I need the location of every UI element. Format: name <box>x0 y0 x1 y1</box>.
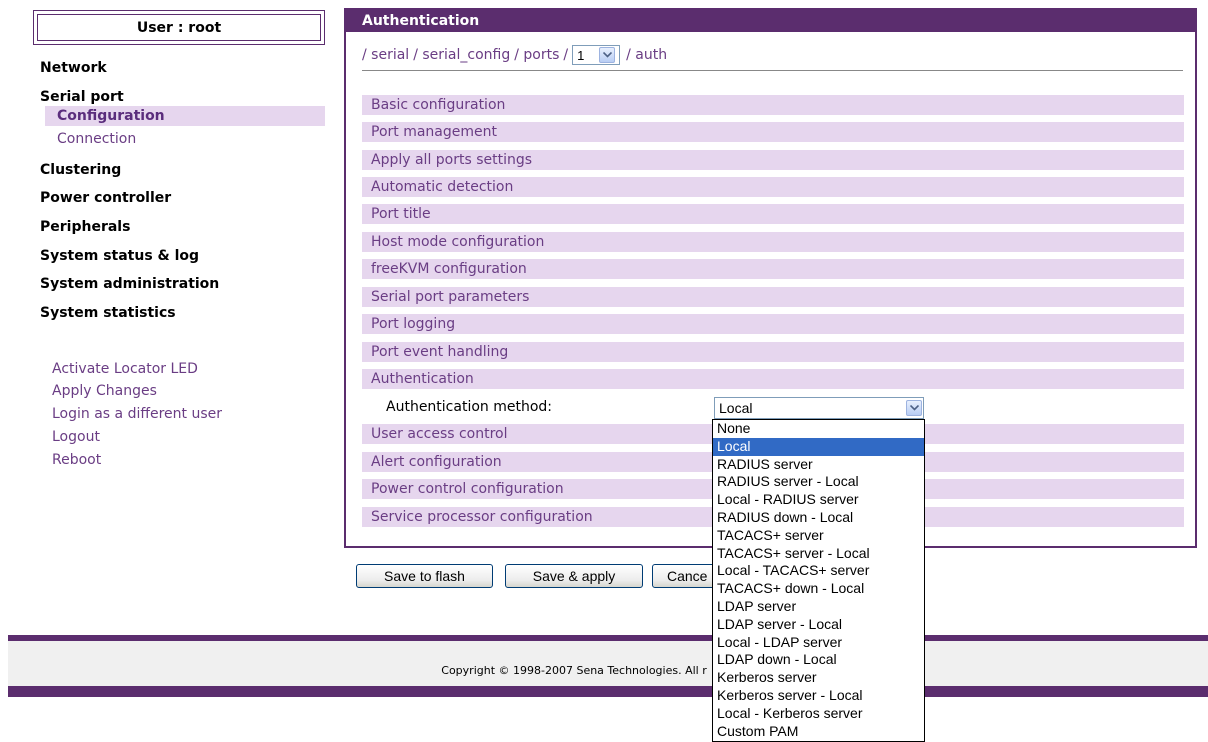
section-authentication[interactable]: Authentication <box>362 369 1184 389</box>
section-apply-all-ports[interactable]: Apply all ports settings <box>362 150 1184 170</box>
dropdown-option[interactable]: Kerberos server <box>713 669 924 687</box>
dropdown-option[interactable]: RADIUS server - Local <box>713 473 924 491</box>
auth-method-select[interactable]: Local <box>714 397 924 419</box>
dropdown-option[interactable]: RADIUS server <box>713 456 924 474</box>
nav-system-status-log[interactable]: System status & log <box>40 248 199 264</box>
breadcrumb: / serial / serial_config / ports / 1 / a… <box>362 45 671 65</box>
dropdown-option[interactable]: Local - RADIUS server <box>713 491 924 509</box>
dropdown-option[interactable]: TACACS+ server <box>713 527 924 545</box>
breadcrumb-divider <box>362 70 1183 71</box>
dropdown-option[interactable]: Local - TACACS+ server <box>713 562 924 580</box>
link-apply-changes[interactable]: Apply Changes <box>52 383 157 399</box>
section-serial-port-parameters[interactable]: Serial port parameters <box>362 287 1184 307</box>
breadcrumb-separator: / <box>563 47 569 63</box>
save-apply-button[interactable]: Save & apply <box>505 564 643 588</box>
section-freekvm[interactable]: freeKVM configuration <box>362 259 1184 279</box>
copyright-text: Copyright © 1998-2007 Sena Technologies.… <box>441 664 707 677</box>
chevron-down-icon[interactable] <box>906 400 922 416</box>
link-reboot[interactable]: Reboot <box>52 452 101 468</box>
auth-method-dropdown-list[interactable]: None Local RADIUS server RADIUS server -… <box>712 419 925 742</box>
dropdown-option[interactable]: LDAP server <box>713 598 924 616</box>
section-port-title[interactable]: Port title <box>362 204 1184 224</box>
dropdown-option-selected[interactable]: Local <box>713 437 924 456</box>
link-activate-locator-led[interactable]: Activate Locator LED <box>52 361 198 377</box>
dropdown-option[interactable]: Kerberos server - Local <box>713 687 924 705</box>
nav-power-controller[interactable]: Power controller <box>40 190 171 206</box>
nav-serial-configuration[interactable]: Configuration <box>45 106 325 126</box>
auth-method-label: Authentication method: <box>386 399 553 415</box>
nav-serial-port[interactable]: Serial port <box>40 89 124 105</box>
nav-serial-connection[interactable]: Connection <box>45 129 325 149</box>
nav-peripherals[interactable]: Peripherals <box>40 219 130 235</box>
section-port-logging[interactable]: Port logging <box>362 314 1184 334</box>
section-basic-configuration[interactable]: Basic configuration <box>362 95 1184 115</box>
section-port-management[interactable]: Port management <box>362 122 1184 142</box>
link-logout[interactable]: Logout <box>52 429 100 445</box>
port-select[interactable]: 1 <box>572 45 621 65</box>
breadcrumb-serial-config[interactable]: / serial_config <box>413 47 510 63</box>
breadcrumb-serial[interactable]: / serial <box>362 47 409 63</box>
section-automatic-detection[interactable]: Automatic detection <box>362 177 1184 197</box>
breadcrumb-auth: / auth <box>626 47 668 63</box>
dropdown-option[interactable]: Local - LDAP server <box>713 634 924 652</box>
breadcrumb-ports[interactable]: / ports <box>514 47 559 63</box>
nav-system-administration[interactable]: System administration <box>40 276 219 292</box>
port-select-value: 1 <box>577 47 585 63</box>
auth-method-value: Local <box>719 400 753 416</box>
dropdown-option[interactable]: TACACS+ down - Local <box>713 580 924 598</box>
section-host-mode[interactable]: Host mode configuration <box>362 232 1184 252</box>
dropdown-option[interactable]: LDAP down - Local <box>713 651 924 669</box>
chevron-down-icon[interactable] <box>599 47 616 63</box>
nav-clustering[interactable]: Clustering <box>40 162 121 178</box>
dropdown-option[interactable]: Local - Kerberos server <box>713 705 924 723</box>
user-label: User : root <box>37 14 321 41</box>
user-box: User : root <box>33 10 325 45</box>
footer-bar-bottom <box>8 686 1208 697</box>
dropdown-option[interactable]: LDAP server - Local <box>713 616 924 634</box>
section-port-event-handling[interactable]: Port event handling <box>362 342 1184 362</box>
dropdown-option[interactable]: TACACS+ server - Local <box>713 545 924 563</box>
save-to-flash-button[interactable]: Save to flash <box>356 564 493 588</box>
nav-system-statistics[interactable]: System statistics <box>40 305 176 321</box>
nav-network[interactable]: Network <box>40 60 107 76</box>
panel-title: Authentication <box>346 10 1195 32</box>
dropdown-option[interactable]: RADIUS down - Local <box>713 509 924 527</box>
link-login-different-user[interactable]: Login as a different user <box>52 406 222 422</box>
dropdown-option[interactable]: Custom PAM <box>713 723 924 741</box>
dropdown-option[interactable]: None <box>713 420 924 438</box>
